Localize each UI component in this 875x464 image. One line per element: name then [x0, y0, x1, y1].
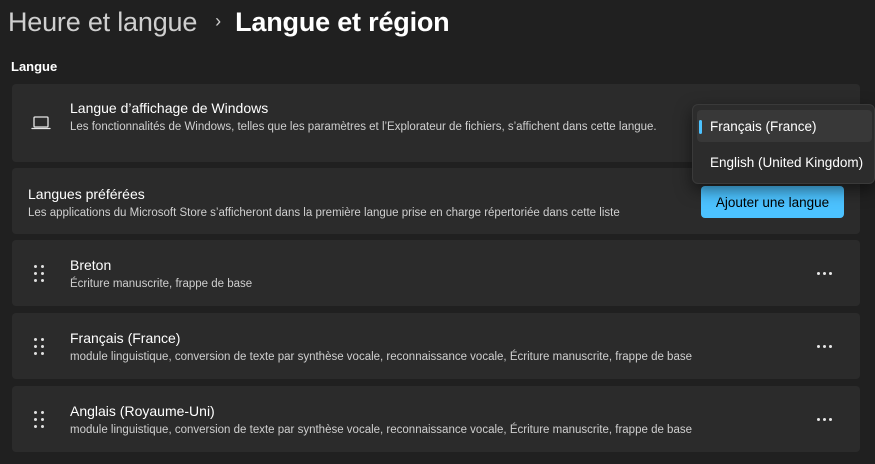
language-name: Français (France): [70, 330, 181, 346]
drag-handle-icon[interactable]: [34, 411, 46, 429]
dropdown-option-label: Français (France): [710, 118, 817, 134]
add-language-button[interactable]: Ajouter une langue: [701, 186, 844, 218]
language-name: Breton: [70, 257, 112, 273]
language-features: module linguistique, conversion de texte…: [70, 424, 692, 436]
settings-page: Heure et langue › Langue et région Langu…: [0, 0, 875, 464]
page-title: Langue et région: [235, 6, 450, 37]
dropdown-option-selected[interactable]: Français (France): [697, 110, 872, 142]
display-language-title: Langue d’affichage de Windows: [70, 100, 269, 116]
language-item[interactable]: Français (France) module linguistique, c…: [12, 313, 860, 379]
drag-handle-icon[interactable]: [34, 338, 46, 356]
language-name: Anglais (Royaume-Uni): [70, 403, 215, 419]
display-language-description: Les fonctionnalités de Windows, telles q…: [70, 121, 657, 133]
language-features: module linguistique, conversion de texte…: [70, 351, 692, 363]
section-title-langue: Langue: [11, 59, 58, 74]
more-options-button[interactable]: [810, 408, 838, 430]
selection-indicator: [699, 120, 702, 134]
more-options-button[interactable]: [810, 262, 838, 284]
dropdown-option-label: English (United Kingdom): [710, 154, 864, 170]
laptop-icon: [31, 116, 51, 130]
preferred-languages-title: Langues préférées: [28, 186, 145, 202]
language-item[interactable]: Anglais (Royaume-Uni) module linguistiqu…: [12, 386, 860, 452]
language-features: Écriture manuscrite, frappe de base: [70, 278, 253, 290]
drag-handle-icon[interactable]: [34, 265, 46, 283]
chevron-right-icon: ›: [215, 10, 222, 31]
breadcrumb: Heure et langue › Langue et région: [8, 2, 450, 42]
breadcrumb-parent-link[interactable]: Heure et langue: [8, 7, 197, 38]
dropdown-option[interactable]: English (United Kingdom): [697, 146, 872, 178]
language-item[interactable]: Breton Écriture manuscrite, frappe de ba…: [12, 240, 860, 306]
display-language-dropdown[interactable]: Français (France) English (United Kingdo…: [692, 104, 875, 184]
more-options-button[interactable]: [810, 335, 838, 357]
preferred-languages-description: Les applications du Microsoft Store s’af…: [28, 207, 620, 219]
